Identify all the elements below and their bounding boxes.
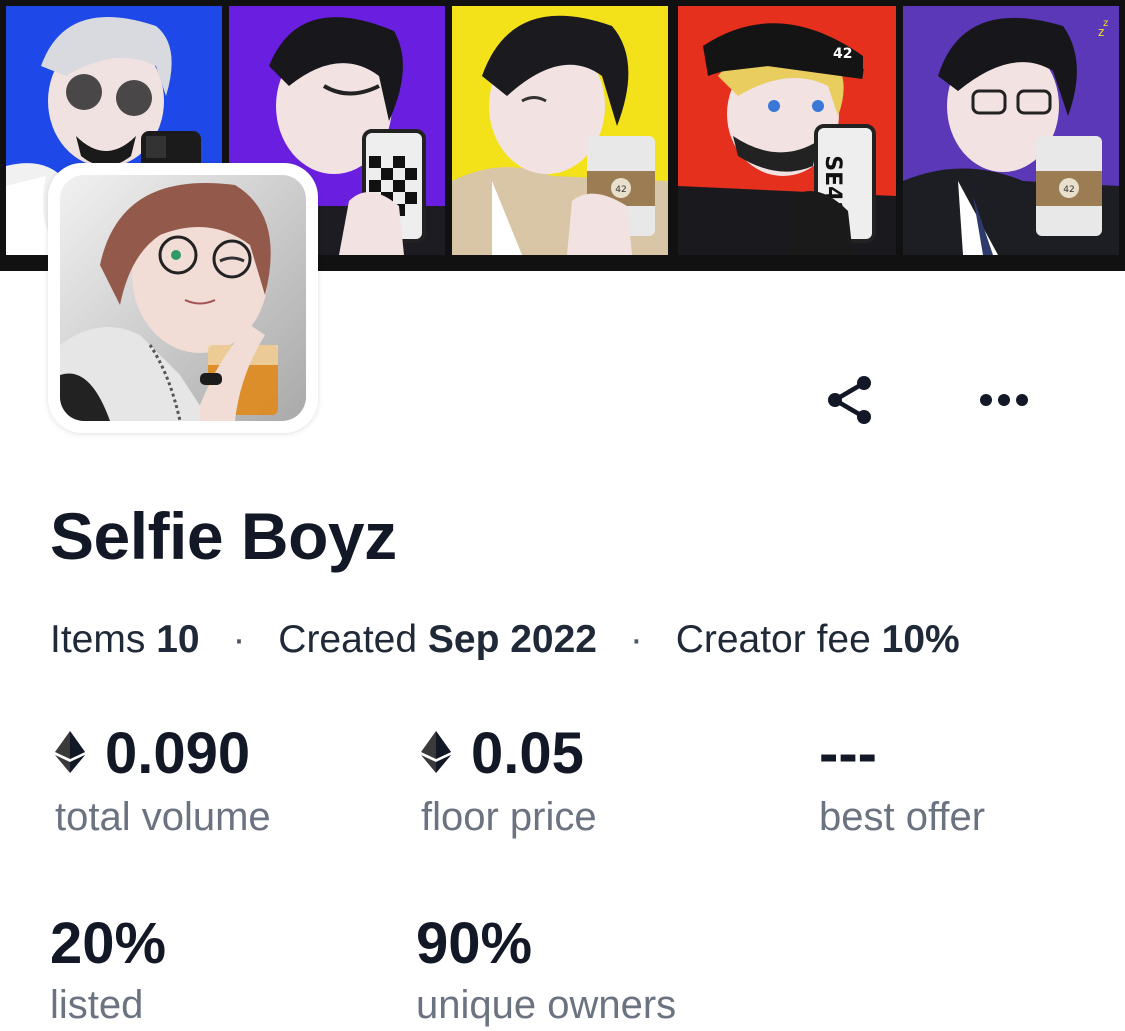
best-offer-label: best offer [819, 795, 986, 839]
banner-character-3: 42 [452, 6, 668, 255]
share-icon [826, 374, 874, 431]
stat-unique-owners: 90% unique owners [416, 910, 676, 1028]
eth-icon [55, 720, 85, 787]
more-options-button[interactable] [972, 380, 1036, 424]
svg-text:42: 42 [833, 46, 852, 62]
creator-fee-value: 10% [881, 618, 960, 661]
total-volume-value: 0.090 [105, 721, 251, 786]
banner-character-4: 42 SE42 [678, 6, 896, 255]
stat-floor-price: 0.05 floor price [421, 720, 597, 840]
svg-text:42: 42 [615, 185, 626, 195]
avatar-image [60, 175, 306, 421]
eth-icon [421, 720, 451, 787]
listed-value: 20% [50, 911, 167, 976]
unique-owners-label: unique owners [416, 983, 677, 1027]
stat-best-offer: --- best offer [819, 720, 985, 840]
items-count: 10 [156, 618, 200, 661]
more-dots-icon [978, 393, 1030, 412]
svg-text:42: 42 [1063, 185, 1074, 195]
collection-avatar[interactable] [48, 163, 318, 433]
stat-listed: 20% listed [50, 910, 166, 1028]
best-offer-value: --- [819, 721, 877, 786]
items-label: Items [50, 618, 146, 661]
unique-owners-value: 90% [416, 911, 533, 976]
creator-fee-label: Creator fee [675, 618, 871, 661]
floor-price-value: 0.05 [471, 721, 584, 786]
listed-label: listed [50, 983, 144, 1027]
stat-total-volume: 0.090 total volume [55, 720, 271, 840]
meta-separator: · [232, 618, 246, 661]
collection-title: Selfie Boyz [50, 499, 397, 573]
banner-character-5: 42 z z [903, 6, 1119, 255]
created-date: Sep 2022 [427, 618, 597, 661]
svg-text:z: z [1103, 18, 1108, 29]
meta-separator: · [629, 618, 643, 661]
share-button[interactable] [820, 372, 880, 432]
collection-meta: Items 10 · Created Sep 2022 · Creator fe… [50, 618, 960, 662]
floor-price-label: floor price [421, 795, 597, 839]
created-label: Created [278, 618, 418, 661]
total-volume-label: total volume [55, 795, 271, 839]
